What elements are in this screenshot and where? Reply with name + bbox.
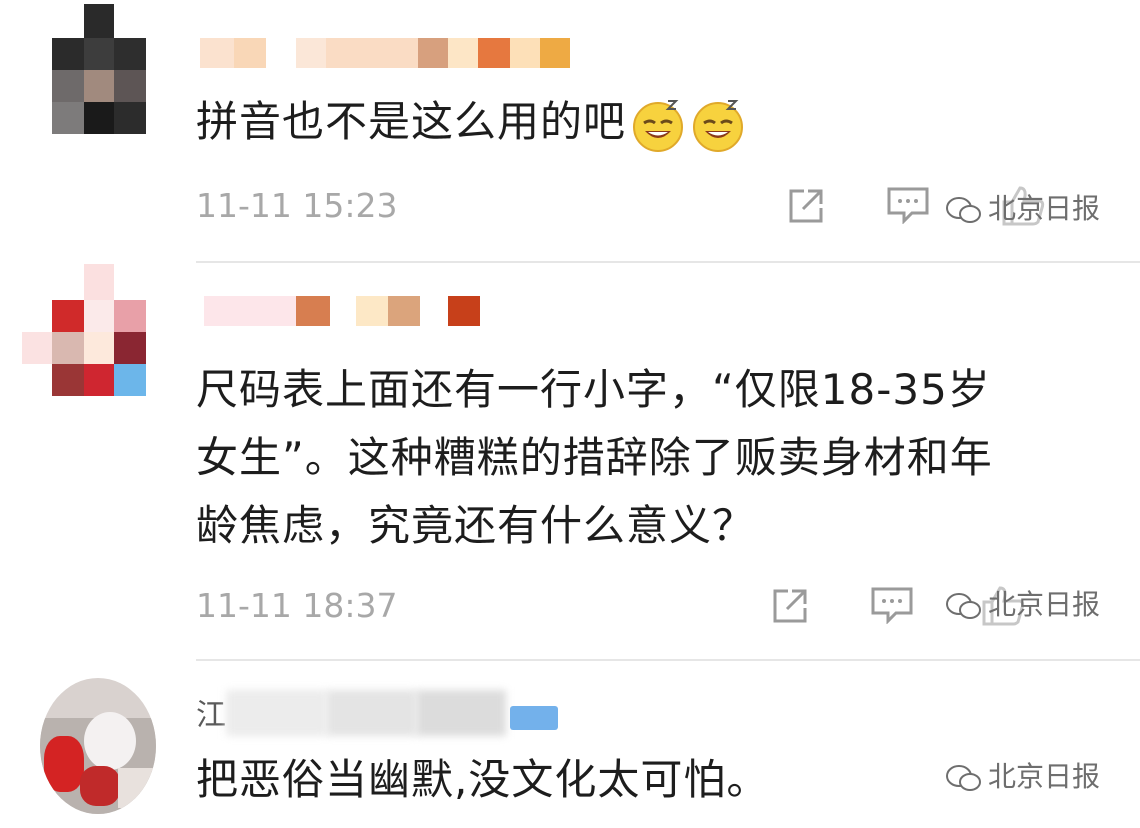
comment-icon[interactable] (870, 586, 914, 624)
wechat-logo-icon (946, 197, 981, 223)
comment-text: 尺码表上面还有一行小字，“仅限18-35岁 女生”。这种糟糕的措辞除了贩卖身材和… (196, 365, 993, 550)
comment-icon[interactable] (886, 186, 930, 224)
sleepy-grin-emoji (633, 99, 684, 152)
comment-item-1: 拼音也不是这么用的吧 11-11 15:23 北京日报 (0, 0, 1140, 262)
avatar[interactable] (52, 4, 146, 134)
comment-text: 拼音也不是这么用的吧 (196, 96, 746, 153)
wechat-logo-icon (946, 593, 981, 619)
username-blurred[interactable] (226, 690, 516, 736)
sleepy-grin-emoji (693, 99, 744, 152)
user-badge (510, 706, 558, 730)
avatar[interactable] (40, 678, 156, 814)
timestamp: 11-11 18:37 (196, 586, 398, 625)
comment-item-3: 江 把恶俗当幽默,没文化太可怕。 北京日报 (0, 660, 1140, 828)
comment-item-2: 尺码表上面还有一行小字，“仅限18-35岁 女生”。这种糟糕的措辞除了贩卖身材和… (0, 262, 1140, 660)
username-blurred[interactable] (200, 38, 572, 68)
username-blurred[interactable] (204, 296, 480, 326)
username-initial[interactable]: 江 (196, 698, 226, 734)
watermark: 北京日报 (944, 588, 1100, 622)
wechat-logo-icon (946, 765, 981, 791)
timestamp: 11-11 15:23 (196, 186, 398, 225)
share-icon[interactable] (772, 588, 808, 624)
share-icon[interactable] (788, 188, 824, 224)
comment-text: 把恶俗当幽默,没文化太可怕。 (196, 755, 770, 804)
watermark: 北京日报 (944, 760, 1100, 794)
avatar[interactable] (22, 264, 146, 396)
watermark: 北京日报 (944, 192, 1100, 226)
